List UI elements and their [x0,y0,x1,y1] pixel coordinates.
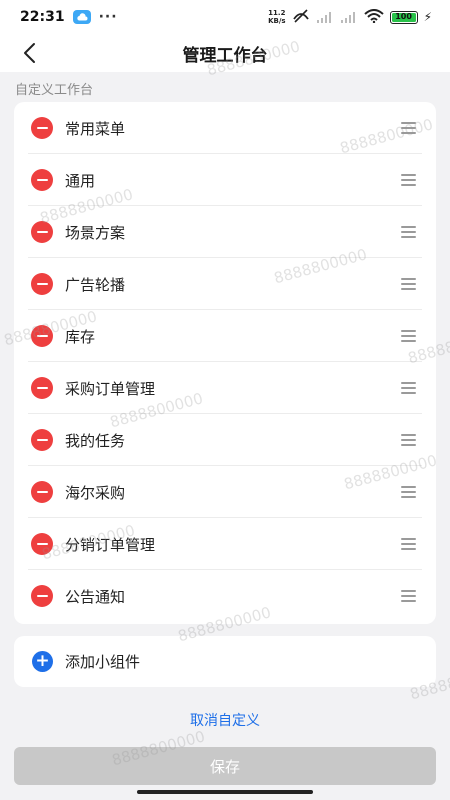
more-dots-icon: ··· [98,9,118,25]
status-time: 22:31 [20,9,65,25]
remove-icon[interactable] [31,273,53,295]
list-item[interactable]: 广告轮播 [14,258,436,310]
net-speed-value: 11.2 [268,9,286,17]
status-bar: 22:31 ··· 11.2 KB/s 100 ⚡ [0,0,450,34]
remove-icon[interactable] [31,481,53,503]
remove-icon[interactable] [31,325,53,347]
status-right: 11.2 KB/s 100 ⚡ [268,8,432,27]
item-label: 库存 [65,327,96,346]
item-label: 通用 [65,171,96,190]
charging-bolt-icon: ⚡ [423,10,432,24]
net-speed: 11.2 KB/s [268,9,285,25]
plus-icon: + [32,651,53,672]
item-label: 常用菜单 [65,119,126,138]
list-item[interactable]: 海尔采购 [14,466,436,518]
home-indicator [137,790,313,794]
list-item[interactable]: 常用菜单 [14,102,436,154]
item-label: 公告通知 [65,587,126,606]
battery-level: 100 [391,12,416,22]
signal-icon-1 [316,8,334,27]
list-item[interactable]: 分销订单管理 [14,518,436,570]
remove-icon[interactable] [31,169,53,191]
item-label: 采购订单管理 [65,379,156,398]
remove-icon[interactable] [31,221,53,243]
cloud-icon [72,10,91,24]
list-item[interactable]: 通用 [14,154,436,206]
drag-handle-icon[interactable] [401,330,416,342]
battery-icon: 100 [389,10,418,24]
drag-handle-icon[interactable] [401,226,416,238]
page-title: 管理工作台 [182,46,268,66]
item-label: 海尔采购 [65,483,126,502]
add-widget-label: 添加小组件 [65,653,141,671]
item-label: 我的任务 [65,431,126,450]
save-button[interactable]: 保存 [14,747,436,785]
remove-icon[interactable] [31,585,53,607]
drag-handle-icon[interactable] [401,486,416,498]
item-label: 场景方案 [65,223,126,242]
cancel-customize-link[interactable]: 取消自定义 [0,710,450,730]
header: 管理工作台 [0,34,450,72]
drag-handle-icon[interactable] [401,382,416,394]
drag-handle-icon[interactable] [401,434,416,446]
widget-list: 常用菜单 通用 场景方案 广告轮播 库存 采购订单管理 我的任务 海尔采购 分销… [14,102,436,624]
nfc-off-icon [292,8,310,27]
remove-icon[interactable] [31,377,53,399]
list-item[interactable]: 公告通知 [14,570,436,622]
list-item[interactable]: 场景方案 [14,206,436,258]
net-speed-unit: KB/s [268,17,286,25]
drag-handle-icon[interactable] [401,538,416,550]
list-item[interactable]: 采购订单管理 [14,362,436,414]
drag-handle-icon[interactable] [401,278,416,290]
list-item[interactable]: 我的任务 [14,414,436,466]
drag-handle-icon[interactable] [401,174,416,186]
item-label: 广告轮播 [65,275,126,294]
drag-handle-icon[interactable] [401,122,416,134]
list-item[interactable]: 库存 [14,310,436,362]
remove-icon[interactable] [31,533,53,555]
section-label: 自定义工作台 [15,83,94,98]
signal-icon-2 [340,8,358,27]
status-left: 22:31 ··· [20,9,118,25]
remove-icon[interactable] [31,429,53,451]
drag-handle-icon[interactable] [401,590,416,602]
item-label: 分销订单管理 [65,535,156,554]
add-widget-button[interactable]: + 添加小组件 [14,636,436,687]
remove-icon[interactable] [31,117,53,139]
wifi-icon [363,8,384,27]
